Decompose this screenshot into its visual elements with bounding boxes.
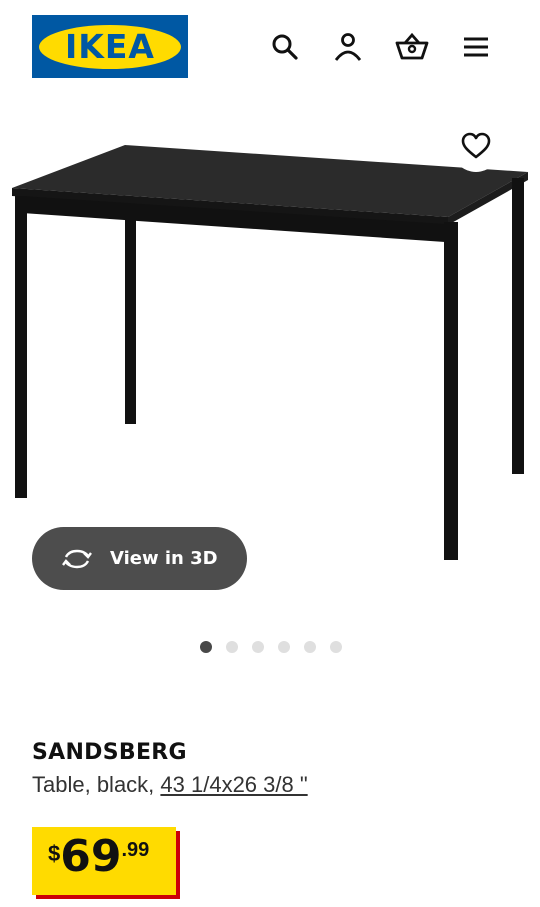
price-integer: 69: [60, 831, 122, 882]
price-tag: $ 69 .99: [32, 827, 176, 895]
carousel-dot[interactable]: [330, 641, 342, 653]
price-decimal: .99: [121, 839, 150, 861]
heart-icon: [461, 132, 491, 159]
table-leg-back-left: [125, 212, 136, 424]
carousel-dot[interactable]: [278, 641, 290, 653]
header: IKEA: [0, 0, 540, 90]
basket-icon[interactable]: [394, 29, 430, 65]
product-name: SANDSBERG: [32, 740, 187, 765]
carousel-dot[interactable]: [304, 641, 316, 653]
product-description: Table, black, 43 1/4x26 3/8 ": [32, 772, 308, 798]
product-image[interactable]: [0, 100, 540, 600]
carousel-dot[interactable]: [200, 641, 212, 653]
logo-oval: IKEA: [39, 24, 181, 69]
product-dimensions-link[interactable]: 43 1/4x26 3/8 ": [160, 772, 307, 797]
table-image: [12, 145, 528, 560]
search-icon[interactable]: [267, 29, 303, 65]
carousel-dot[interactable]: [252, 641, 264, 653]
table-leg-front-right: [444, 222, 458, 560]
table-leg-front-left: [15, 196, 27, 498]
ikea-logo[interactable]: IKEA: [32, 15, 188, 78]
logo-text: IKEA: [65, 27, 155, 66]
table-leg-back-right: [512, 178, 524, 474]
menu-icon[interactable]: [458, 29, 494, 65]
view-in-3d-label: View in 3D: [110, 548, 218, 569]
carousel-dot[interactable]: [226, 641, 238, 653]
view-in-3d-button[interactable]: View in 3D: [32, 527, 247, 590]
carousel-dots: [200, 641, 342, 655]
favourite-button[interactable]: [452, 120, 500, 172]
rotate-icon: [62, 549, 92, 568]
account-icon[interactable]: [330, 29, 366, 65]
price-currency: $: [48, 841, 61, 866]
product-description-text: Table, black,: [32, 772, 161, 797]
